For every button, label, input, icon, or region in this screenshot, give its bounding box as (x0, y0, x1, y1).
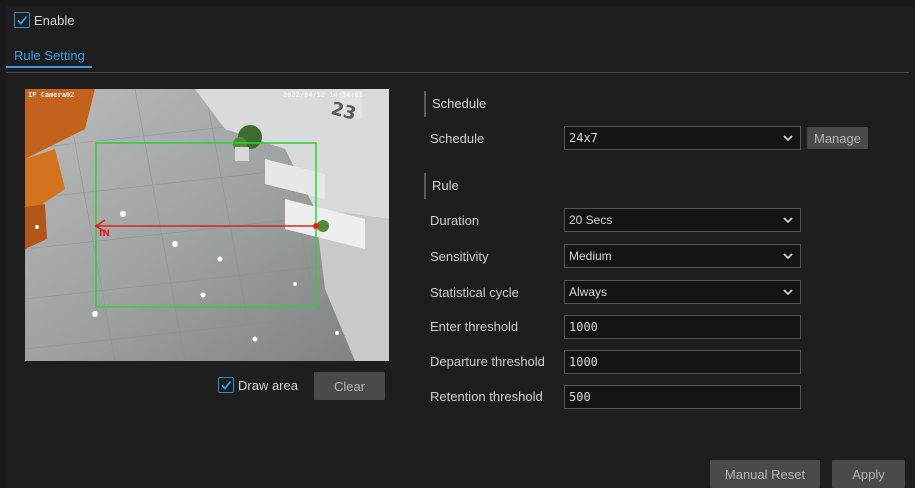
rule-section-title: Rule (424, 173, 459, 199)
enable-checkbox[interactable]: Enable (14, 12, 74, 28)
sensitivity-value: Medium (569, 249, 612, 263)
enable-label: Enable (34, 12, 75, 28)
schedule-select[interactable]: 24x7 (564, 126, 801, 150)
chevron-down-icon (783, 217, 793, 224)
retention-threshold-input[interactable]: 500 (564, 385, 801, 409)
sensitivity-select[interactable]: Medium (564, 244, 801, 268)
manual-reset-button[interactable]: Manual Reset (710, 460, 820, 488)
draw-area-checkbox[interactable]: Draw area (218, 377, 298, 393)
statistical-cycle-label: Statistical cycle (430, 285, 519, 300)
timestamp-osd: 2022/04/12 14:34:01 (282, 91, 363, 99)
apply-button[interactable]: Apply (832, 460, 905, 488)
enter-threshold-label: Enter threshold (430, 319, 519, 334)
departure-threshold-value: 1000 (569, 355, 598, 369)
statistical-cycle-select[interactable]: Always (564, 280, 801, 304)
checkmark-icon (14, 12, 30, 28)
draw-area-label: Draw area (238, 377, 298, 393)
tab-rule-setting[interactable]: Rule Setting (14, 48, 85, 63)
duration-select[interactable]: 20 Secs (564, 208, 801, 232)
departure-threshold-label: Departure threshold (430, 354, 545, 369)
schedule-section-title: Schedule (424, 91, 486, 117)
tab-active-indicator (6, 66, 92, 68)
statistical-cycle-value: Always (569, 285, 608, 299)
camera-scene (25, 89, 389, 361)
camera-preview[interactable]: IP Camera02 2022/04/12 14:34:01 23 IN (25, 89, 389, 361)
chevron-down-icon (783, 135, 793, 142)
enter-threshold-input[interactable]: 1000 (564, 315, 801, 339)
chevron-down-icon (783, 253, 793, 260)
schedule-value: 24x7 (569, 131, 598, 145)
departure-threshold-input[interactable]: 1000 (564, 350, 801, 374)
clear-button[interactable]: Clear (314, 372, 385, 400)
sensitivity-label: Sensitivity (430, 249, 489, 264)
checkmark-icon (218, 377, 234, 393)
schedule-label: Schedule (430, 131, 485, 146)
camera-name-osd: IP Camera02 (28, 91, 75, 99)
duration-value: 20 Secs (569, 213, 613, 227)
tab-divider (6, 72, 909, 73)
manage-button[interactable]: Manage (807, 127, 868, 149)
retention-threshold-label: Retention threshold (430, 389, 543, 404)
chevron-down-icon (783, 289, 793, 296)
retention-threshold-value: 500 (569, 390, 591, 404)
enter-threshold-value: 1000 (569, 320, 598, 334)
duration-label: Duration (430, 213, 480, 228)
line-direction-label: IN (99, 229, 110, 239)
